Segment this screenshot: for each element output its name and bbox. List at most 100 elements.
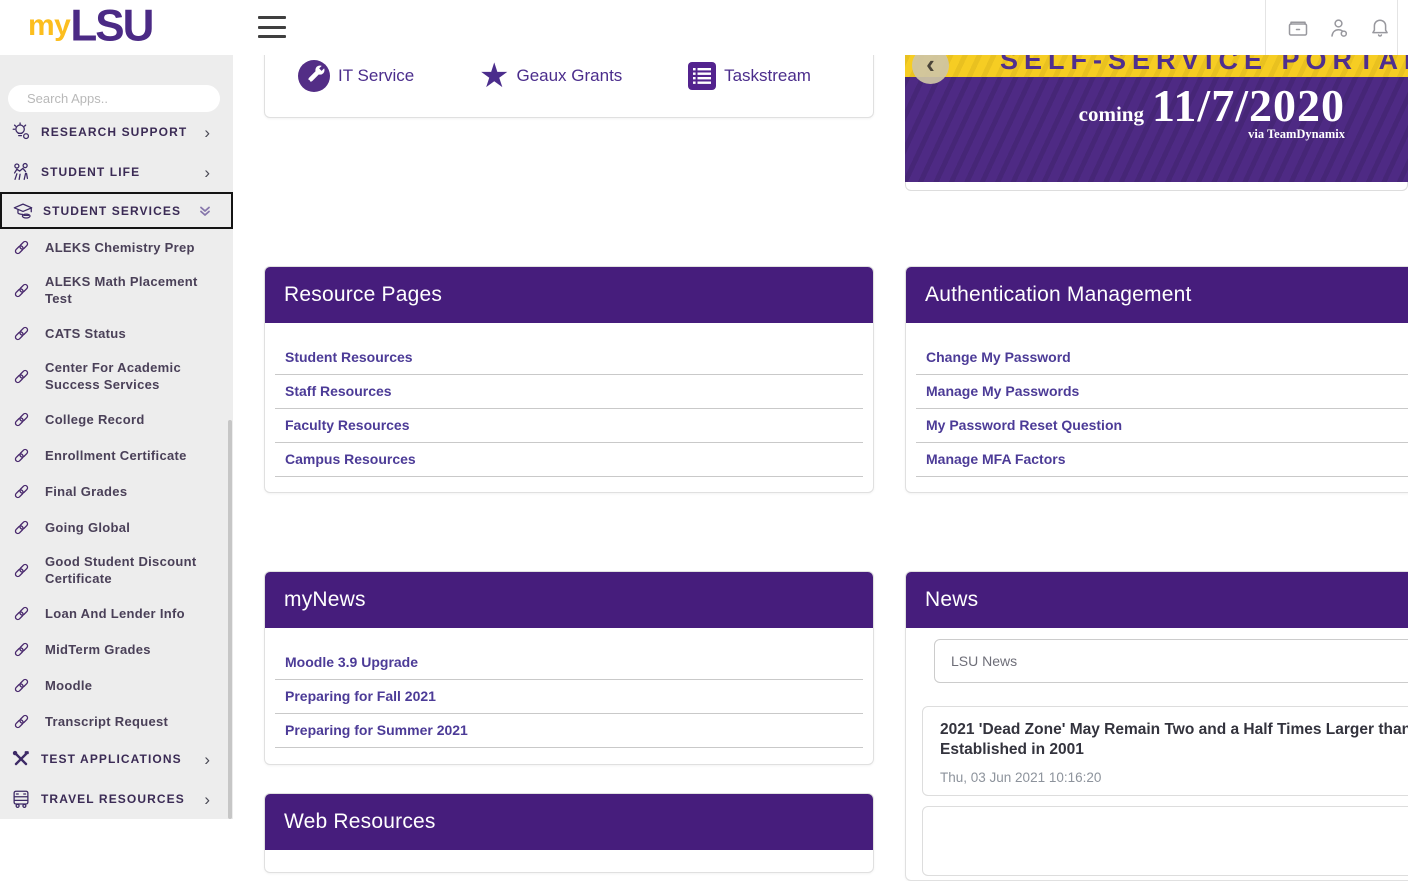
search-input[interactable]	[8, 85, 220, 112]
mylsu-logo[interactable]: my LSU	[28, 6, 152, 46]
sidebar-group[interactable]: TRAVEL RESOURCES ›	[0, 779, 233, 819]
star-icon: ★	[479, 61, 509, 91]
sidebar-item[interactable]: MidTerm Grades	[0, 631, 233, 667]
mynews-card: myNews Moodle 3.9 UpgradePreparing for F…	[264, 571, 874, 765]
menu-hamburger-icon[interactable]	[258, 16, 286, 38]
link-icon	[12, 561, 31, 580]
banner-date-text: 11/7/2020	[1152, 83, 1345, 129]
sidebar-item[interactable]: CATS Status	[0, 315, 233, 351]
mynews-link[interactable]: Preparing for Fall 2021	[275, 680, 863, 714]
sidebar-item[interactable]: Going Global	[0, 509, 233, 545]
sidebar-item-label: ALEKS Chemistry Prep	[45, 239, 195, 256]
header-divider	[1397, 0, 1398, 55]
banner-footer	[905, 182, 1408, 191]
link-icon	[12, 281, 31, 300]
link-icon	[12, 482, 31, 501]
banner-coming-text: coming	[1079, 102, 1144, 127]
auth-link[interactable]: Manage My Passwords	[916, 375, 1408, 409]
chevron-right-icon: ›	[204, 791, 210, 808]
news-article-title-line2: Established in 2001	[940, 740, 1408, 760]
auth-link[interactable]: Change My Password	[916, 341, 1408, 375]
app-it-service[interactable]: IT Service	[297, 59, 414, 93]
sidebar-group-label: STUDENT SERVICES	[43, 204, 197, 218]
sidebar-group-student-services[interactable]: STUDENT SERVICES	[0, 192, 233, 229]
wrench-circle-icon	[297, 59, 331, 93]
sidebar-item[interactable]: College Record	[0, 401, 233, 437]
link-icon	[12, 604, 31, 623]
user-icon[interactable]	[1326, 15, 1352, 41]
sidebar-group[interactable]: STUDENT LIFE ›	[0, 152, 233, 192]
sidebar-scrollbar[interactable]	[228, 420, 232, 819]
sidebar-item-label: Final Grades	[45, 483, 127, 500]
sidebar-item[interactable]: Enrollment Certificate	[0, 437, 233, 473]
sidebar-item-label: Center For Academic Success Services	[45, 359, 217, 393]
sidebar-item[interactable]: ALEKS Chemistry Prep	[0, 229, 233, 265]
news-feed-select[interactable]: LSU News	[934, 639, 1408, 683]
sidebar-group-label: STUDENT LIFE	[41, 165, 204, 179]
auth-link[interactable]: Manage MFA Factors	[916, 443, 1408, 477]
authentication-management-card: Authentication Management Change My Pass…	[905, 266, 1408, 493]
link-icon	[12, 446, 31, 465]
sidebar-item[interactable]: Moodle	[0, 667, 233, 703]
sidebar-item[interactable]: Loan And Lender Info	[0, 595, 233, 631]
resource-pages-card: Resource Pages Student ResourcesStaff Re…	[264, 266, 874, 493]
mynews-link[interactable]: Preparing for Summer 2021	[275, 714, 863, 748]
app-label: Taskstream	[724, 66, 811, 86]
card-title: Authentication Management	[906, 267, 1408, 323]
card-title: myNews	[265, 572, 873, 628]
top-header: my LSU	[0, 0, 1408, 55]
link-icon	[12, 518, 31, 537]
resource-link[interactable]: Campus Resources	[275, 443, 863, 477]
logo-lsu-text: LSU	[70, 6, 152, 47]
graduation-cap-icon	[12, 200, 34, 222]
test-applications-icon	[10, 748, 32, 770]
student-life-icon	[10, 161, 32, 183]
resource-link[interactable]: Faculty Resources	[275, 409, 863, 443]
news-article-item[interactable]: 2021 'Dead Zone' May Remain Two and a Ha…	[922, 706, 1408, 796]
card-title: Resource Pages	[265, 267, 873, 323]
sidebar-item[interactable]: Center For Academic Success Services	[0, 351, 233, 401]
sidebar-item-label: CATS Status	[45, 325, 126, 342]
task-list-icon	[687, 61, 717, 91]
link-icon	[12, 410, 31, 429]
banner-gold-strip: SELF-SERVICE PORTAL	[905, 55, 1408, 77]
resource-link[interactable]: Staff Resources	[275, 375, 863, 409]
app-label: IT Service	[338, 66, 414, 86]
sidebar-item[interactable]: Transcript Request	[0, 703, 233, 739]
banner-image[interactable]: coming 11/7/2020 via TeamDynamix	[905, 77, 1408, 182]
web-resources-card: Web Resources	[264, 793, 874, 873]
sidebar-item-label: Enrollment Certificate	[45, 447, 187, 464]
banner-carousel: SELF-SERVICE PORTAL coming 11/7/2020 via…	[905, 55, 1408, 191]
sidebar-item[interactable]: Final Grades	[0, 473, 233, 509]
sidebar-item[interactable]: ALEKS Math Placement Test	[0, 265, 233, 315]
sidebar-group[interactable]: RESEARCH SUPPORT ›	[0, 112, 233, 152]
sidebar-group-label: TRAVEL RESOURCES	[41, 792, 204, 806]
sidebar-item-label: College Record	[45, 411, 145, 428]
sidebar-group-label: RESEARCH SUPPORT	[41, 125, 204, 139]
travel-resources-icon	[10, 788, 32, 810]
news-article-date: Thu, 03 Jun 2021 10:16:20	[940, 770, 1408, 785]
chevron-right-icon: ›	[204, 124, 210, 141]
sidebar-item[interactable]: Good Student Discount Certificate	[0, 545, 233, 595]
sidebar-item-label: ALEKS Math Placement Test	[45, 273, 217, 307]
sidebar-group-label: TEST APPLICATIONS	[41, 752, 204, 766]
file-drawer-icon[interactable]	[1285, 15, 1311, 41]
news-card: News LSU News 2021 'Dead Zone' May Remai…	[905, 571, 1408, 881]
auth-link[interactable]: My Password Reset Question	[916, 409, 1408, 443]
resource-link[interactable]: Student Resources	[275, 341, 863, 375]
bell-icon[interactable]	[1367, 15, 1393, 41]
sidebar-item-label: MidTerm Grades	[45, 641, 151, 658]
logo-my-text: my	[28, 11, 70, 41]
sidebar-item-label: Moodle	[45, 677, 92, 694]
chevron-double-down-icon	[197, 203, 213, 219]
mynews-link[interactable]: Moodle 3.9 Upgrade	[275, 646, 863, 680]
news-article-item[interactable]	[922, 806, 1408, 876]
link-icon	[12, 238, 31, 257]
app-geaux-grants[interactable]: ★ Geaux Grants	[479, 61, 622, 91]
card-title: News	[906, 572, 1408, 628]
sidebar-group[interactable]: TEST APPLICATIONS ›	[0, 739, 233, 779]
header-divider	[1265, 0, 1266, 55]
sidebar-item-label: Going Global	[45, 519, 130, 536]
app-taskstream[interactable]: Taskstream	[687, 61, 811, 91]
app-sidebar: RESEARCH SUPPORT › STUDENT LIFE › STUDEN…	[0, 55, 233, 819]
